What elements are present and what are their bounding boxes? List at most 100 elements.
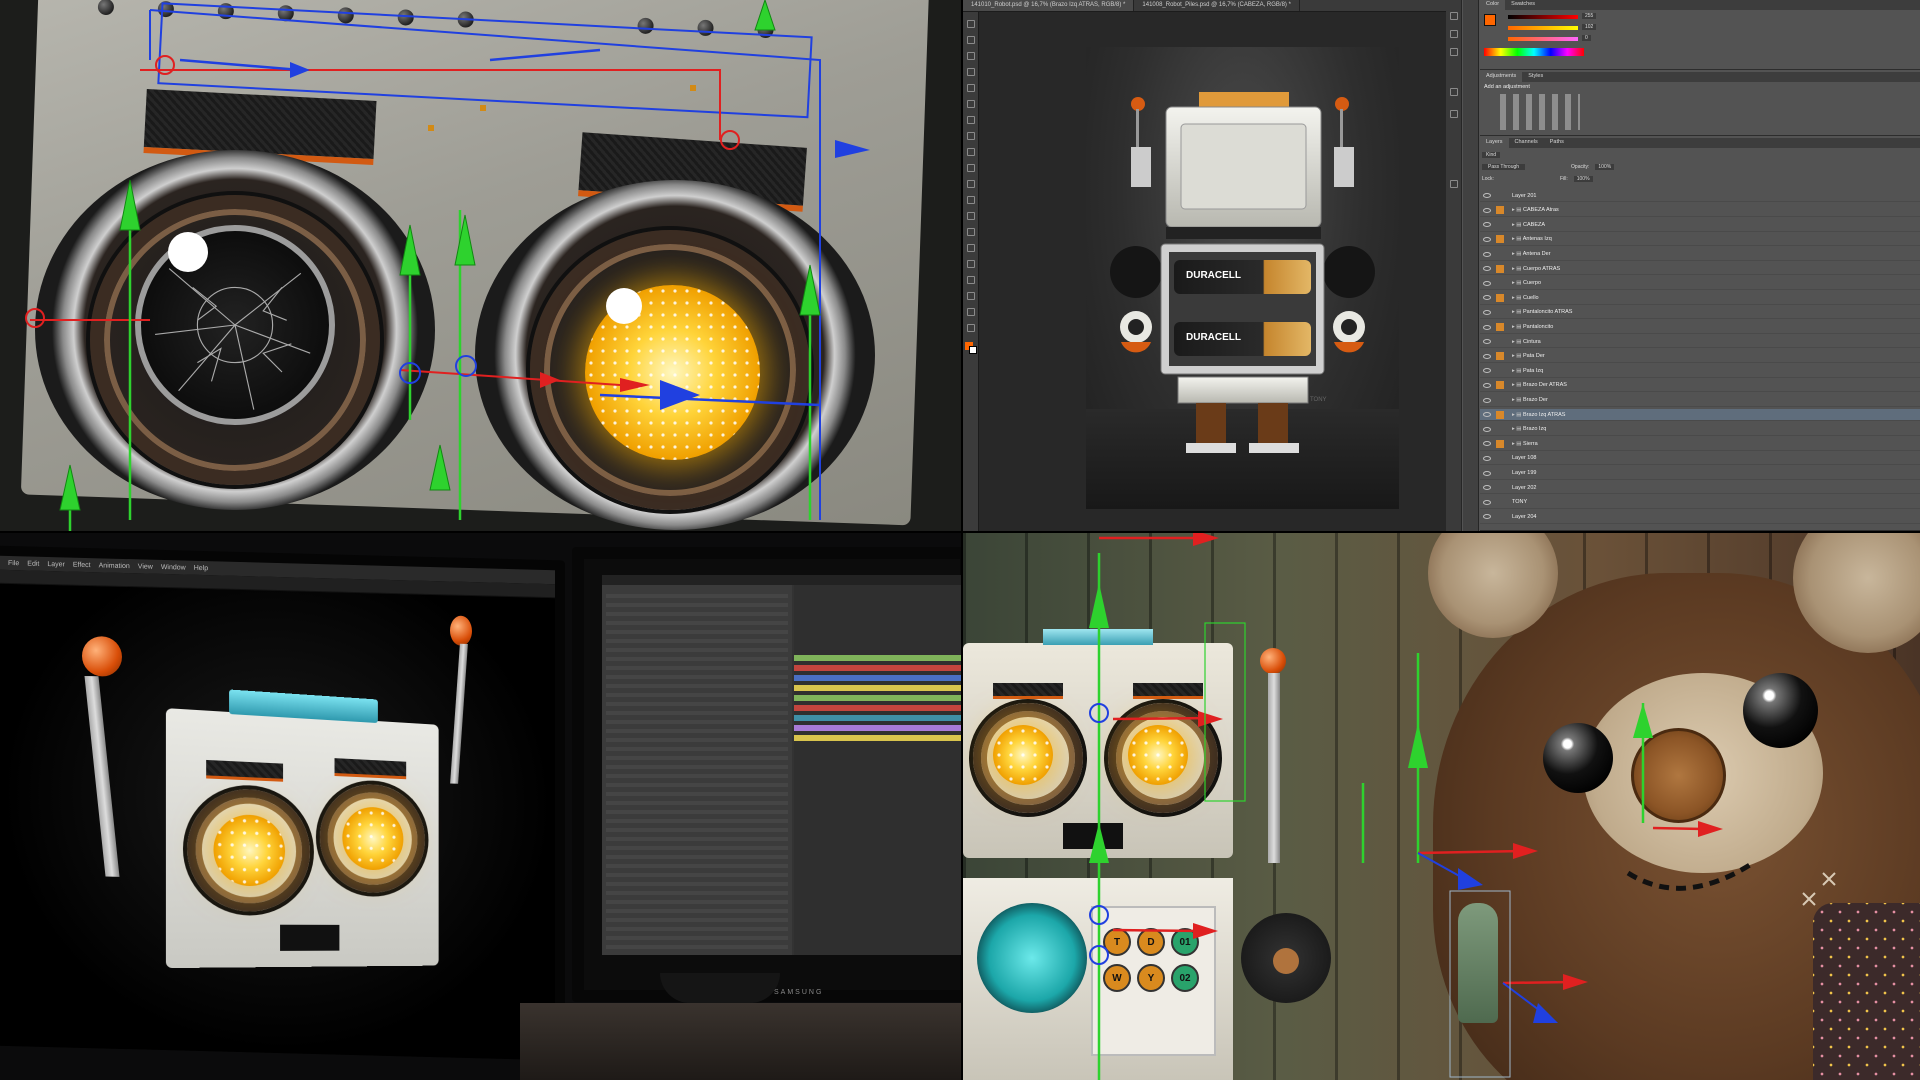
color-ramp[interactable] [1484,48,1584,56]
menu-layer[interactable]: Layer [47,560,65,567]
timeline-track[interactable] [794,735,961,741]
marquee-tool-icon[interactable] [967,36,975,44]
gradient-tool-icon[interactable] [967,196,975,204]
visibility-eye-icon[interactable] [1480,438,1494,449]
menu-help[interactable]: Help [194,564,208,571]
history-icon[interactable] [1450,12,1458,20]
actions-icon[interactable] [1450,30,1458,38]
layer-row[interactable]: Layer 201 [1480,190,1920,203]
opacity-input[interactable]: 100% [1595,164,1615,170]
tab-styles[interactable]: Styles [1522,72,1549,82]
visibility-eye-icon[interactable] [1480,321,1494,332]
properties-icon[interactable] [1450,48,1458,56]
layer-row[interactable]: Antenas Izq [1480,234,1920,247]
info-icon[interactable] [1450,88,1458,96]
visibility-eye-icon[interactable] [1480,511,1494,522]
timeline-track[interactable] [794,665,961,671]
tab-paths[interactable]: Paths [1544,138,1570,148]
layer-row[interactable]: CABEZA Atras [1480,205,1920,217]
layer-row[interactable]: Sierra [1480,438,1920,451]
lasso-tool-icon[interactable] [967,52,975,60]
menu-window[interactable]: Window [161,563,186,571]
character-icon[interactable] [1450,180,1458,188]
dodge-tool-icon[interactable] [967,228,975,236]
canvas-area[interactable]: DURACELL DURACELL TONY [980,12,1444,531]
document-tab-robot-piles[interactable]: 141008_Robot_Piles.psd @ 16,7% (CABEZA, … [1134,0,1300,11]
visibility-eye-icon[interactable] [1480,365,1494,376]
history-brush-tool-icon[interactable] [967,164,975,172]
timeline-track[interactable] [794,705,961,711]
slider-g[interactable] [1508,26,1578,30]
layer-row[interactable]: Cuerpo ATRAS [1480,263,1920,276]
visibility-eye-icon[interactable] [1480,482,1494,493]
layer-row[interactable]: Brazo Izq [1480,424,1920,436]
color-foreground[interactable] [1484,14,1496,26]
timeline-track[interactable] [794,695,961,701]
type-tool-icon[interactable] [967,260,975,268]
layer-row[interactable]: TONY [1480,497,1920,509]
stamp-tool-icon[interactable] [967,148,975,156]
blur-tool-icon[interactable] [967,212,975,220]
layer-row[interactable]: Brazo Der ATRAS [1480,380,1920,393]
brush-preset-icon[interactable] [1450,110,1458,118]
timeline-track[interactable] [794,675,961,681]
fill-input[interactable]: 100% [1573,176,1593,182]
hand-tool-icon[interactable] [967,308,975,316]
crop-tool-icon[interactable] [967,84,975,92]
eyedropper-tool-icon[interactable] [967,100,975,108]
visibility-eye-icon[interactable] [1480,205,1494,216]
tab-swatches[interactable]: Swatches [1505,0,1541,10]
layer-row[interactable]: Layer 202 [1480,482,1920,495]
menu-animation[interactable]: Animation [99,562,130,570]
layer-row[interactable]: Layer 199 [1480,467,1920,480]
timeline-track[interactable] [794,685,961,691]
visibility-eye-icon[interactable] [1480,497,1494,508]
tab-color[interactable]: Color [1480,0,1506,10]
eraser-tool-icon[interactable] [967,180,975,188]
slider-b[interactable] [1508,37,1578,41]
document-tab-robot[interactable]: 141010_Robot.psd @ 16,7% (Brazo Izq ATRA… [963,0,1135,11]
move-tool-icon[interactable] [967,20,975,28]
visibility-eye-icon[interactable] [1480,336,1494,347]
visibility-eye-icon[interactable] [1480,234,1494,245]
background-color-swatch[interactable] [969,346,977,354]
visibility-eye-icon[interactable] [1480,424,1494,435]
visibility-eye-icon[interactable] [1480,307,1494,318]
layer-row[interactable]: Pantaloncito ATRAS [1480,307,1920,320]
slider-r[interactable] [1508,15,1578,19]
viewport-robot-eyes[interactable] [0,0,961,531]
adjustment-icons[interactable] [1500,94,1580,130]
visibility-eye-icon[interactable] [1480,219,1494,230]
visibility-eye-icon[interactable] [1480,292,1494,303]
tab-adjustments[interactable]: Adjustments [1480,72,1523,82]
layer-row[interactable]: Pata Der [1480,351,1920,363]
menu-file[interactable]: File [8,559,19,566]
brush-tool-icon[interactable] [967,132,975,140]
healing-tool-icon[interactable] [967,116,975,124]
visibility-eye-icon[interactable] [1480,453,1494,464]
tab-layers[interactable]: Layers [1480,138,1509,148]
layer-row[interactable]: Brazo Izq ATRAS [1480,409,1920,422]
visibility-eye-icon[interactable] [1480,409,1494,420]
quick-select-tool-icon[interactable] [967,68,975,76]
pen-tool-icon[interactable] [967,244,975,252]
layer-row[interactable]: CABEZA [1480,219,1920,232]
timeline-track[interactable] [794,655,961,661]
scene-gizmos[interactable] [963,533,1920,1080]
visibility-eye-icon[interactable] [1480,190,1494,201]
shape-tool-icon[interactable] [967,292,975,300]
timeline-track[interactable] [794,715,961,721]
menu-edit[interactable]: Edit [27,560,39,567]
zoom-tool-icon[interactable] [967,324,975,332]
value-g[interactable]: 102 [1582,24,1597,30]
visibility-eye-icon[interactable] [1480,278,1494,289]
menu-view[interactable]: View [138,563,153,570]
visibility-eye-icon[interactable] [1480,380,1494,391]
layer-row[interactable]: Pata Izq [1480,365,1920,378]
visibility-eye-icon[interactable] [1480,351,1494,362]
layer-row[interactable]: Cintura [1480,336,1920,349]
photoshop-window[interactable]: 141010_Robot.psd @ 16,7% (Brazo Izq ATRA… [963,0,1920,531]
layer-row[interactable]: Cuello [1480,292,1920,305]
value-r[interactable]: 255 [1582,13,1597,19]
blend-mode-select[interactable]: Pass Through [1482,164,1526,170]
